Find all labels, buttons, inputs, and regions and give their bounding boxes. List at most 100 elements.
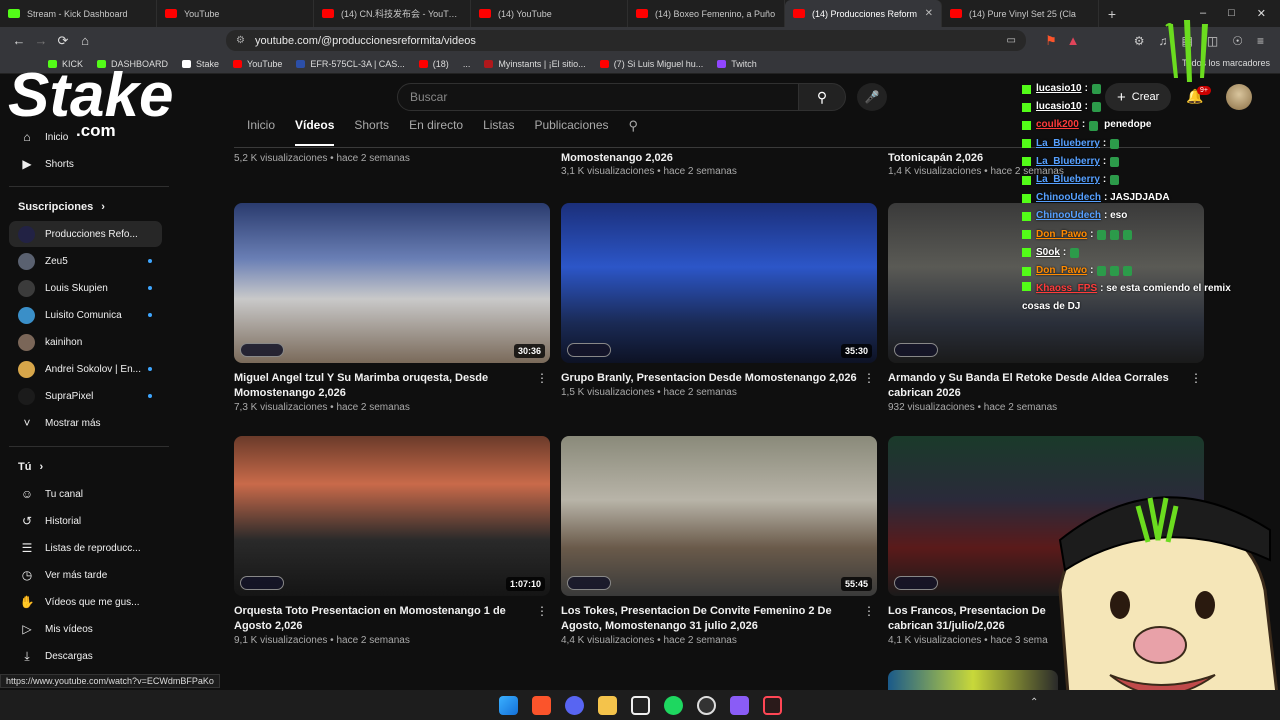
video-card[interactable]: 30:36 Miguel Angel tzul Y Su Marimba oruq…: [234, 203, 550, 413]
chat-username[interactable]: La_Blueberry: [1036, 171, 1100, 189]
more-options-icon[interactable]: ⋮: [536, 371, 548, 385]
valorant-icon[interactable]: [762, 695, 782, 715]
cast-icon[interactable]: ▭: [1007, 35, 1016, 46]
more-options-icon[interactable]: ⋮: [863, 604, 875, 618]
channel-tab[interactable]: Shorts: [354, 118, 389, 146]
brave-shield-icon[interactable]: ⚑: [1040, 33, 1062, 49]
menu-icon[interactable]: ≡: [1257, 34, 1264, 48]
chat-username[interactable]: Khaoss_FPS: [1036, 283, 1097, 294]
back-icon[interactable]: ←: [8, 33, 30, 48]
chat-username[interactable]: lucasio10: [1036, 80, 1082, 98]
chat-username[interactable]: Don_Pawo: [1036, 226, 1087, 244]
subscriptions-heading[interactable]: Suscripciones ›: [18, 201, 105, 213]
chat-username[interactable]: Don_Pawo: [1036, 262, 1087, 280]
browser-tab[interactable]: YouTube: [157, 0, 314, 27]
video-title[interactable]: Los Tokes, Presentacion De Convite Femen…: [561, 604, 857, 634]
brave-rewards-icon[interactable]: ▲: [1062, 33, 1084, 48]
bookmark-item[interactable]: (18): [418, 59, 449, 69]
vpn-icon[interactable]: ☉: [1232, 34, 1243, 48]
streaming-app-icon[interactable]: [630, 695, 650, 715]
file-explorer-icon[interactable]: [597, 695, 617, 715]
search-input[interactable]: Buscar: [397, 83, 799, 111]
channel-search-icon[interactable]: ⚲: [629, 118, 639, 146]
channel-tab[interactable]: Vídeos: [295, 118, 335, 146]
video-card[interactable]: 1:07:10 Orquesta Toto Presentacion en Mom…: [234, 436, 550, 646]
video-title[interactable]: Momostenango 2,026: [561, 151, 857, 166]
video-title[interactable]: Armando y Su Banda El Retoke Desde Aldea…: [888, 371, 1184, 401]
sidebar-item-like[interactable]: ✋ Vídeos que me gus...: [9, 589, 162, 615]
app-grid-icon[interactable]: [729, 695, 749, 715]
browser-tab[interactable]: (14) YouTube: [471, 0, 628, 27]
video-card[interactable]: 35:30 Grupo Branly, Presentacion Desde Mo…: [561, 203, 877, 398]
you-heading[interactable]: Tú ›: [18, 461, 43, 473]
address-bar[interactable]: ⚙ youtube.com/@produccionesreformita/vid…: [226, 30, 1026, 51]
browser-tab[interactable]: Stream - Kick Dashboard: [0, 0, 157, 27]
browser-tab[interactable]: (14) CN.科技发布会 - YouTube: [314, 0, 471, 27]
browser-tab[interactable]: (14) Boxeo Femenino, a Puño: [628, 0, 785, 27]
bookmark-item[interactable]: ...: [463, 59, 471, 69]
brave-browser-icon[interactable]: [531, 695, 551, 715]
video-thumbnail-partial[interactable]: [888, 670, 1058, 690]
chat-username[interactable]: ChinooUdech: [1036, 189, 1101, 207]
channel-tab[interactable]: Publicaciones: [534, 118, 608, 146]
sidebar-subscription[interactable]: Zeu5: [9, 248, 162, 274]
video-thumbnail[interactable]: 55:45: [561, 436, 877, 596]
video-title[interactable]: Orquesta Toto Presentacion en Momostenan…: [234, 604, 530, 634]
video-title[interactable]: Miguel Angel tzul Y Su Marimba oruqesta,…: [234, 371, 530, 401]
sidebar-item-shorts[interactable]: ▶ Shorts: [9, 151, 162, 177]
new-tab-icon[interactable]: +: [1099, 6, 1125, 22]
video-thumbnail[interactable]: 35:30: [561, 203, 877, 363]
extensions-icon[interactable]: ⚙: [1134, 34, 1145, 48]
obs-icon[interactable]: [696, 695, 716, 715]
bookmark-item[interactable]: EFR-575CL-3A | CAS...: [296, 59, 405, 69]
sidebar-subscription[interactable]: kainihon: [9, 329, 162, 355]
close-tab-icon[interactable]: ✕: [925, 8, 933, 19]
sidebar-subscription[interactable]: Luisito Comunica: [9, 302, 162, 328]
chat-username[interactable]: La_Blueberry: [1036, 135, 1100, 153]
show-more-button[interactable]: ˅ Mostrar más: [9, 410, 162, 436]
sidebar-item-download[interactable]: ⤓ Descargas: [9, 643, 162, 669]
video-card[interactable]: 55:45 Los Tokes, Presentacion De Convite …: [561, 436, 877, 646]
forward-icon[interactable]: →: [30, 33, 52, 48]
sidebar-subscription[interactable]: Andrei Sokolov | En...: [9, 356, 162, 382]
windows-start-icon[interactable]: [498, 695, 518, 715]
close-window-icon[interactable]: ✕: [1257, 7, 1266, 20]
maximize-icon[interactable]: □: [1228, 7, 1235, 20]
channel-tab[interactable]: Listas: [483, 118, 514, 146]
bookmark-item[interactable]: YouTube: [233, 59, 282, 69]
sidebar-subscription[interactable]: SupraPixel: [9, 383, 162, 409]
channel-tab[interactable]: En directo: [409, 118, 463, 146]
bookmark-item[interactable]: Twitch: [717, 59, 757, 69]
spotify-icon[interactable]: [663, 695, 683, 715]
sidebar-item-history[interactable]: ↺ Historial: [9, 508, 162, 534]
bookmark-item[interactable]: Myinstants | ¡El sitio...: [484, 59, 586, 69]
reload-icon[interactable]: ⟳: [52, 33, 74, 49]
sidebar-subscription[interactable]: Louis Skupien: [9, 275, 162, 301]
video-card-partial[interactable]: Momostenango 2,026 3,1 K visualizaciones …: [561, 151, 877, 177]
site-info-icon[interactable]: ⚙: [236, 35, 245, 46]
tray-chevron-icon[interactable]: ⌃: [1030, 697, 1038, 708]
browser-tab[interactable]: (14) Producciones Reform ✕: [785, 0, 942, 27]
search-button[interactable]: ⚲: [798, 83, 846, 111]
chat-username[interactable]: ChinooUdech: [1036, 207, 1101, 225]
more-options-icon[interactable]: ⋮: [1190, 371, 1202, 385]
chat-username[interactable]: S0ok: [1036, 244, 1060, 262]
video-thumbnail[interactable]: 30:36: [234, 203, 550, 363]
bookmark-item[interactable]: (7) Si Luis Miguel hu...: [599, 59, 703, 69]
home-browser-icon[interactable]: ⌂: [74, 33, 96, 48]
more-options-icon[interactable]: ⋮: [536, 604, 548, 618]
chat-username[interactable]: coulk200: [1036, 116, 1079, 134]
bookmark-item[interactable]: Stake: [182, 59, 219, 69]
video-thumbnail[interactable]: 1:07:10: [234, 436, 550, 596]
more-options-icon[interactable]: ⋮: [863, 371, 875, 385]
sidebar-subscription[interactable]: Producciones Refo...: [9, 221, 162, 247]
channel-tab[interactable]: Inicio: [247, 118, 275, 146]
chat-username[interactable]: lucasio10: [1036, 98, 1082, 116]
browser-tab[interactable]: (14) Pure Vinyl Set 25 (Cla: [942, 0, 1099, 27]
sidebar-item-playlist[interactable]: ☰ Listas de reproducc...: [9, 535, 162, 561]
discord-icon[interactable]: [564, 695, 584, 715]
video-card-partial[interactable]: 5,2 K visualizaciones • hace 2 semanas: [234, 153, 550, 164]
sidebar-item-my-videos[interactable]: ▷ Mis vídeos: [9, 616, 162, 642]
sidebar-item-account[interactable]: ☺ Tu canal: [9, 481, 162, 507]
video-title[interactable]: Grupo Branly, Presentacion Desde Momoste…: [561, 371, 857, 386]
